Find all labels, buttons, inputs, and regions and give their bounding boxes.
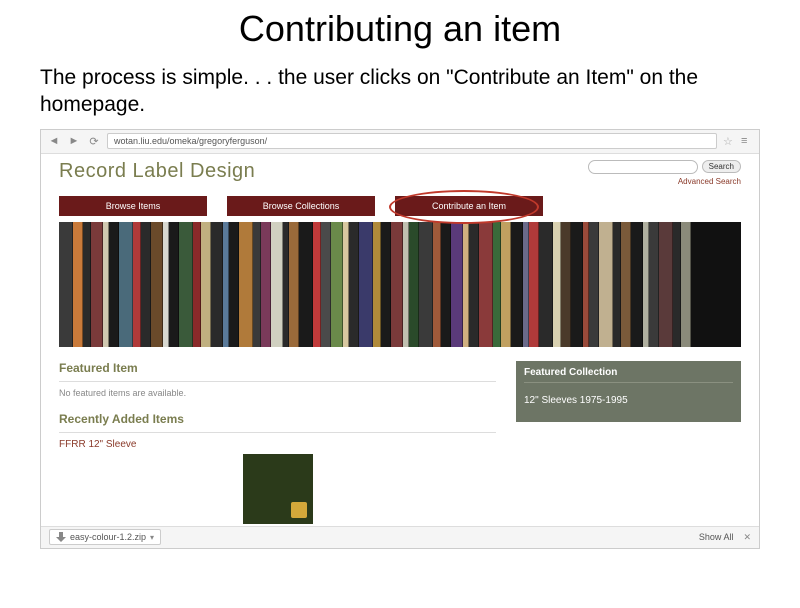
search-button[interactable]: Search — [702, 160, 741, 173]
page-content: Record Label Design Search Advanced Sear… — [41, 154, 759, 524]
forward-icon[interactable]: ► — [67, 134, 81, 148]
slide-title: Contributing an item — [0, 8, 800, 50]
search-input[interactable] — [588, 160, 698, 174]
featured-collection-box: Featured Collection 12" Sleeves 1975-199… — [516, 361, 741, 422]
browser-download-bar: easy-colour-1.2.zip ▾ Show All ✕ — [41, 526, 759, 548]
download-chip[interactable]: easy-colour-1.2.zip ▾ — [49, 529, 161, 545]
browser-menu-icon[interactable]: ≡ — [741, 135, 753, 147]
sidebar-column: Featured Collection 12" Sleeves 1975-199… — [516, 361, 741, 524]
download-icon — [56, 532, 66, 542]
tab-browse-items[interactable]: Browse Items — [59, 196, 207, 216]
reload-icon[interactable]: ⟳ — [87, 134, 101, 148]
bookmark-star-icon[interactable]: ☆ — [723, 135, 735, 147]
divider — [59, 381, 496, 382]
featured-item-heading: Featured Item — [59, 361, 496, 375]
close-download-bar-icon[interactable]: ✕ — [743, 532, 751, 543]
back-icon[interactable]: ◄ — [47, 134, 61, 148]
slide-body-text: The process is simple. . . the user clic… — [40, 64, 760, 119]
divider — [59, 432, 496, 433]
search-area: Search Advanced Search — [588, 160, 741, 186]
recent-item-link[interactable]: FFRR 12" Sleeve — [59, 439, 496, 450]
url-bar[interactable]: wotan.liu.edu/omeka/gregoryferguson/ — [107, 133, 717, 149]
browser-toolbar: ◄ ► ⟳ wotan.liu.edu/omeka/gregoryferguso… — [41, 130, 759, 154]
featured-collection-heading: Featured Collection — [524, 367, 733, 383]
tab-browse-collections[interactable]: Browse Collections — [227, 196, 375, 216]
main-column: Featured Item No featured items are avai… — [59, 361, 496, 524]
banner-image — [59, 222, 741, 347]
recently-added-heading: Recently Added Items — [59, 412, 496, 426]
featured-item-empty-text: No featured items are available. — [59, 388, 496, 398]
site-title[interactable]: Record Label Design — [59, 160, 255, 183]
featured-collection-link[interactable]: 12" Sleeves 1975-1995 — [524, 389, 733, 416]
nav-tabs: Browse Items Browse Collections Contribu… — [59, 196, 741, 216]
screenshot-frame: ◄ ► ⟳ wotan.liu.edu/omeka/gregoryferguso… — [40, 129, 760, 549]
advanced-search-link[interactable]: Advanced Search — [588, 177, 741, 186]
chevron-down-icon[interactable]: ▾ — [150, 533, 154, 542]
tab-contribute-item[interactable]: Contribute an Item — [395, 196, 543, 216]
show-all-downloads-link[interactable]: Show All — [699, 532, 734, 542]
download-filename: easy-colour-1.2.zip — [70, 532, 146, 542]
recent-item-thumbnail[interactable] — [243, 454, 313, 524]
